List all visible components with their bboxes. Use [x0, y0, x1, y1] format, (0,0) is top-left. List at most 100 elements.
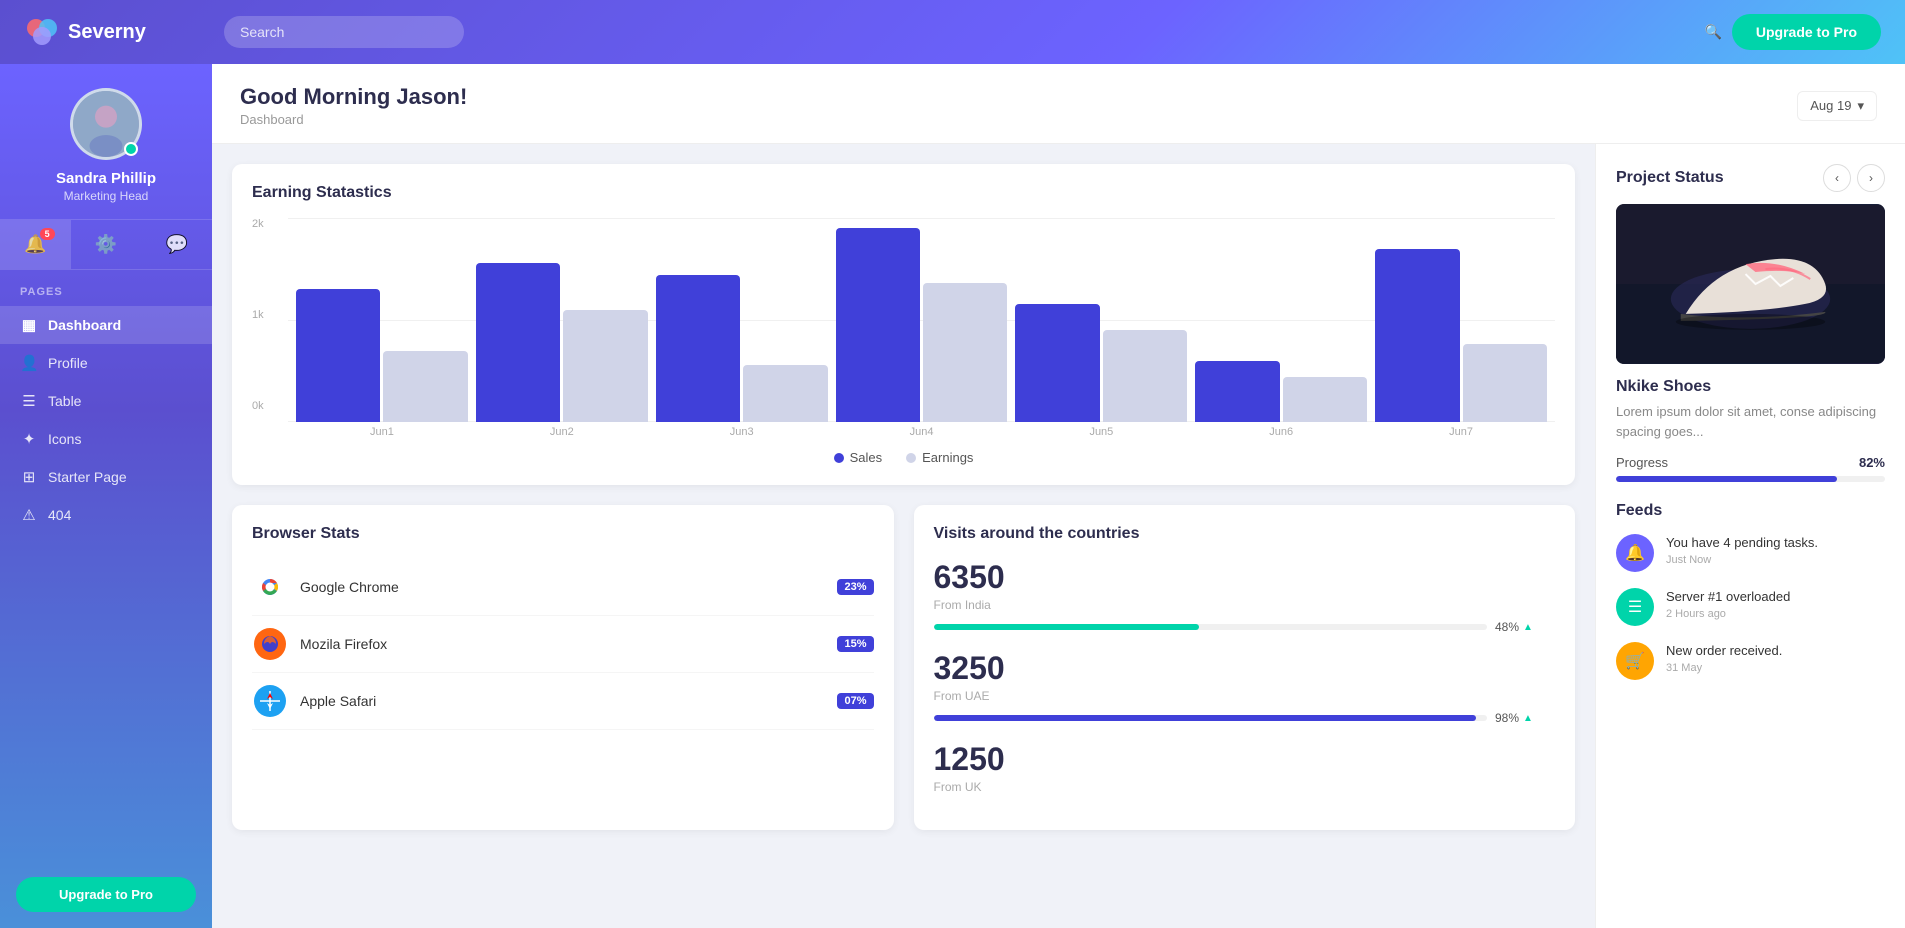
x-label-jun2: Jun2 [476, 426, 648, 438]
progress-fill [1616, 476, 1837, 482]
sidebar-profile: Sandra Phillip Marketing Head [0, 64, 212, 220]
bar-gray-jun4 [923, 283, 1007, 422]
sidebar-label-404: 404 [48, 507, 71, 523]
next-arrow-button[interactable]: › [1857, 164, 1885, 192]
browser-item-chrome: Google Chrome 23% [252, 559, 874, 616]
safari-name: Apple Safari [300, 693, 825, 709]
date-selector[interactable]: Aug 19 ▾ [1797, 91, 1877, 121]
feed-icon-1: ☰ [1616, 588, 1654, 626]
progress-pct: 82% [1859, 455, 1885, 470]
progress-row: Progress 82% [1616, 455, 1885, 470]
chrome-icon [252, 569, 288, 605]
visits-uae-bar-row: 98% ▲ [934, 711, 1556, 725]
feed-item-2: 🛒 New order received. 31 May [1616, 642, 1885, 680]
sidebar-item-table[interactable]: ☰ Table [0, 382, 212, 420]
chrome-name: Google Chrome [300, 579, 825, 595]
sidebar-item-dashboard[interactable]: ▦ Dashboard [0, 306, 212, 344]
bar-gray-jun5 [1103, 330, 1187, 422]
chart-legend: Sales Earnings [252, 450, 1555, 465]
search-button[interactable]: 🔍 [1704, 24, 1721, 41]
visits-india: 6350 From India 48% ▲ [934, 559, 1556, 634]
profile-role: Marketing Head [64, 189, 149, 203]
sidebar-section-title: Pages [0, 286, 212, 306]
content-main: Earning Statastics 2k 1k 0k [212, 144, 1595, 928]
legend-label-earnings: Earnings [922, 450, 973, 465]
visits-card: Visits around the countries 6350 From In… [914, 505, 1576, 830]
legend-sales: Sales [834, 450, 883, 465]
x-label-jun5: Jun5 [1015, 426, 1187, 438]
legend-label-sales: Sales [850, 450, 883, 465]
profile-icon: 👤 [20, 354, 38, 372]
bar-blue-jun3 [656, 275, 740, 422]
content-area: Earning Statastics 2k 1k 0k [212, 144, 1905, 928]
table-icon: ☰ [20, 392, 38, 410]
date-label: Aug 19 [1810, 98, 1851, 113]
chart-area: 2k 1k 0k [252, 218, 1555, 438]
visits-india-track [934, 624, 1488, 630]
profile-name: Sandra Phillip [56, 170, 156, 187]
header-left: Good Morning Jason! Dashboard [240, 84, 467, 127]
visits-india-fill [934, 624, 1200, 630]
visits-uae-total: 3250 [934, 650, 1556, 687]
feed-item-1: ☰ Server #1 overloaded 2 Hours ago [1616, 588, 1885, 626]
firefox-badge: 15% [837, 636, 873, 652]
browser-item-safari: Apple Safari 07% [252, 673, 874, 730]
sidebar-label-starter: Starter Page [48, 469, 127, 485]
feed-text-2: New order received. [1666, 642, 1885, 660]
notifications-button[interactable]: 🔔 5 [0, 220, 71, 269]
search-input[interactable] [224, 16, 464, 48]
feed-content-1: Server #1 overloaded 2 Hours ago [1666, 588, 1885, 620]
legend-dot-earnings [906, 453, 916, 463]
feed-content-2: New order received. 31 May [1666, 642, 1885, 674]
sidebar-item-profile[interactable]: 👤 Profile [0, 344, 212, 382]
main-content: Good Morning Jason! Dashboard Aug 19 ▾ E… [212, 64, 1905, 928]
nav-arrows: ‹ › [1823, 164, 1885, 192]
visits-title: Visits around the countries [934, 525, 1556, 543]
bar-blue-jun1 [296, 289, 380, 422]
sidebar-item-icons[interactable]: ✦ Icons [0, 420, 212, 458]
feed-text-1: Server #1 overloaded [1666, 588, 1885, 606]
icons-icon: ✦ [20, 430, 38, 448]
bar-blue-jun7 [1375, 249, 1459, 422]
visits-uae-fill [934, 715, 1476, 721]
bar-group-jun1 [296, 218, 468, 422]
bar-gray-jun6 [1283, 377, 1367, 422]
feeds-section: Feeds 🔔 You have 4 pending tasks. Just N… [1616, 502, 1885, 680]
visits-uae-pct: 98% ▲ [1495, 711, 1555, 725]
chevron-down-icon: ▾ [1857, 98, 1864, 114]
feeds-title: Feeds [1616, 502, 1885, 520]
prev-arrow-button[interactable]: ‹ [1823, 164, 1851, 192]
safari-icon [252, 683, 288, 719]
greeting-title: Good Morning Jason! [240, 84, 467, 110]
sidebar-upgrade-button[interactable]: Upgrade to Pro [16, 877, 196, 912]
sidebar-item-starter-page[interactable]: ⊞ Starter Page [0, 458, 212, 496]
bar-gray-jun3 [743, 365, 827, 422]
sidebar-item-404[interactable]: ⚠ 404 [0, 496, 212, 534]
right-panel: Project Status ‹ › [1595, 144, 1905, 928]
x-label-jun3: Jun3 [656, 426, 828, 438]
progress-track [1616, 476, 1885, 482]
browser-stats-title: Browser Stats [252, 525, 874, 543]
firefox-name: Mozila Firefox [300, 636, 825, 652]
messages-button[interactable]: 💬 [141, 220, 212, 269]
logo-text: Severny [68, 21, 146, 44]
feed-item-0: 🔔 You have 4 pending tasks. Just Now [1616, 534, 1885, 572]
x-label-jun4: Jun4 [836, 426, 1008, 438]
bar-group-jun5 [1015, 218, 1187, 422]
legend-earnings: Earnings [906, 450, 973, 465]
visits-uae: 3250 From UAE 98% ▲ [934, 650, 1556, 725]
project-image [1616, 204, 1885, 364]
upgrade-pro-button[interactable]: Upgrade to Pro [1732, 14, 1881, 50]
project-status-header: Project Status ‹ › [1616, 164, 1885, 192]
x-label-jun1: Jun1 [296, 426, 468, 438]
x-label-jun7: Jun7 [1375, 426, 1547, 438]
browser-item-firefox: Mozila Firefox 15% [252, 616, 874, 673]
sidebar-label-icons: Icons [48, 431, 81, 447]
visits-india-bar-row: 48% ▲ [934, 620, 1556, 634]
breadcrumb: Dashboard [240, 112, 467, 127]
chart-title: Earning Statastics [252, 184, 1555, 202]
sidebar-label-profile: Profile [48, 355, 88, 371]
sidebar-label-dashboard: Dashboard [48, 317, 121, 333]
settings-button[interactable]: ⚙️ [71, 220, 142, 269]
bar-blue-jun4 [836, 228, 920, 422]
